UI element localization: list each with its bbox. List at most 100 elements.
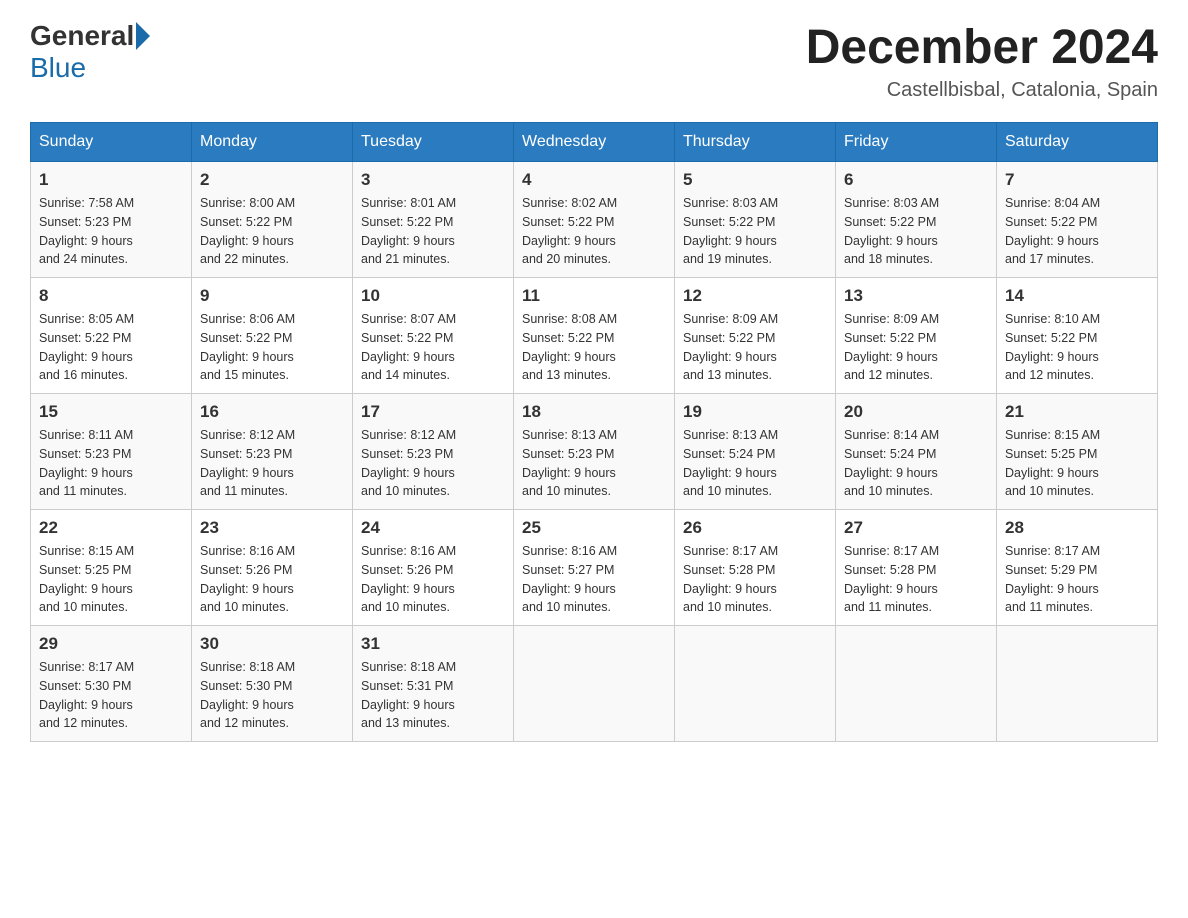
calendar-table: SundayMondayTuesdayWednesdayThursdayFrid… [30,122,1158,742]
day-number: 19 [683,402,827,422]
day-info: Sunrise: 8:14 AMSunset: 5:24 PMDaylight:… [844,426,988,501]
day-number: 2 [200,170,344,190]
calendar-cell: 6 Sunrise: 8:03 AMSunset: 5:22 PMDaylight… [836,162,997,278]
day-info: Sunrise: 8:18 AMSunset: 5:31 PMDaylight:… [361,658,505,733]
day-info: Sunrise: 8:03 AMSunset: 5:22 PMDaylight:… [844,194,988,269]
day-info: Sunrise: 8:18 AMSunset: 5:30 PMDaylight:… [200,658,344,733]
calendar-cell: 17 Sunrise: 8:12 AMSunset: 5:23 PMDayligh… [353,394,514,510]
calendar-cell: 15 Sunrise: 8:11 AMSunset: 5:23 PMDayligh… [31,394,192,510]
day-info: Sunrise: 8:07 AMSunset: 5:22 PMDaylight:… [361,310,505,385]
calendar-cell: 26 Sunrise: 8:17 AMSunset: 5:28 PMDayligh… [675,510,836,626]
day-number: 9 [200,286,344,306]
calendar-cell: 14 Sunrise: 8:10 AMSunset: 5:22 PMDayligh… [997,278,1158,394]
calendar-cell: 12 Sunrise: 8:09 AMSunset: 5:22 PMDayligh… [675,278,836,394]
location-subtitle: Castellbisbal, Catalonia, Spain [806,79,1158,102]
day-info: Sunrise: 8:02 AMSunset: 5:22 PMDaylight:… [522,194,666,269]
day-number: 22 [39,518,183,538]
day-info: Sunrise: 8:05 AMSunset: 5:22 PMDaylight:… [39,310,183,385]
day-number: 31 [361,634,505,654]
day-number: 24 [361,518,505,538]
day-number: 20 [844,402,988,422]
day-number: 13 [844,286,988,306]
logo-general-text: General [30,20,134,52]
day-number: 26 [683,518,827,538]
day-info: Sunrise: 8:15 AMSunset: 5:25 PMDaylight:… [39,542,183,617]
calendar-cell: 9Sunrise: 8:06 AMSunset: 5:22 PMDaylight… [192,278,353,394]
day-number: 14 [1005,286,1149,306]
day-info: Sunrise: 8:17 AMSunset: 5:28 PMDaylight:… [683,542,827,617]
day-info: Sunrise: 8:09 AMSunset: 5:22 PMDaylight:… [844,310,988,385]
day-info: Sunrise: 8:12 AMSunset: 5:23 PMDaylight:… [200,426,344,501]
day-number: 30 [200,634,344,654]
calendar-week-row: 1 Sunrise: 7:58 AMSunset: 5:23 PMDaylight… [31,162,1158,278]
weekday-header-saturday: Saturday [997,123,1158,162]
logo-blue-text: Blue [30,52,86,84]
calendar-cell: 20 Sunrise: 8:14 AMSunset: 5:24 PMDayligh… [836,394,997,510]
day-number: 10 [361,286,505,306]
day-number: 29 [39,634,183,654]
calendar-cell: 31 Sunrise: 8:18 AMSunset: 5:31 PMDayligh… [353,626,514,742]
day-number: 16 [200,402,344,422]
calendar-cell: 13 Sunrise: 8:09 AMSunset: 5:22 PMDayligh… [836,278,997,394]
calendar-cell: 3 Sunrise: 8:01 AMSunset: 5:22 PMDaylight… [353,162,514,278]
day-info: Sunrise: 8:16 AMSunset: 5:26 PMDaylight:… [200,542,344,617]
calendar-cell [836,626,997,742]
day-info: Sunrise: 8:08 AMSunset: 5:22 PMDaylight:… [522,310,666,385]
calendar-cell: 4 Sunrise: 8:02 AMSunset: 5:22 PMDaylight… [514,162,675,278]
weekday-header-monday: Monday [192,123,353,162]
day-number: 12 [683,286,827,306]
calendar-week-row: 29 Sunrise: 8:17 AMSunset: 5:30 PMDayligh… [31,626,1158,742]
calendar-cell: 7Sunrise: 8:04 AMSunset: 5:22 PMDaylight… [997,162,1158,278]
calendar-cell: 27Sunrise: 8:17 AMSunset: 5:28 PMDayligh… [836,510,997,626]
day-info: Sunrise: 8:12 AMSunset: 5:23 PMDaylight:… [361,426,505,501]
calendar-week-row: 15 Sunrise: 8:11 AMSunset: 5:23 PMDayligh… [31,394,1158,510]
day-info: Sunrise: 8:15 AMSunset: 5:25 PMDaylight:… [1005,426,1149,501]
day-number: 11 [522,286,666,306]
calendar-cell: 16 Sunrise: 8:12 AMSunset: 5:23 PMDayligh… [192,394,353,510]
weekday-header-tuesday: Tuesday [353,123,514,162]
calendar-cell: 1 Sunrise: 7:58 AMSunset: 5:23 PMDaylight… [31,162,192,278]
weekday-header-friday: Friday [836,123,997,162]
day-number: 15 [39,402,183,422]
day-info: Sunrise: 8:17 AMSunset: 5:30 PMDaylight:… [39,658,183,733]
calendar-cell: 21 Sunrise: 8:15 AMSunset: 5:25 PMDayligh… [997,394,1158,510]
day-number: 6 [844,170,988,190]
calendar-week-row: 22 Sunrise: 8:15 AMSunset: 5:25 PMDayligh… [31,510,1158,626]
calendar-cell: 25Sunrise: 8:16 AMSunset: 5:27 PMDayligh… [514,510,675,626]
calendar-cell [675,626,836,742]
day-number: 23 [200,518,344,538]
title-section: December 2024 Castellbisbal, Catalonia, … [806,20,1158,102]
calendar-cell: 18Sunrise: 8:13 AMSunset: 5:23 PMDayligh… [514,394,675,510]
day-info: Sunrise: 8:16 AMSunset: 5:26 PMDaylight:… [361,542,505,617]
calendar-cell [514,626,675,742]
day-number: 25 [522,518,666,538]
day-number: 4 [522,170,666,190]
day-number: 17 [361,402,505,422]
weekday-header-row: SundayMondayTuesdayWednesdayThursdayFrid… [31,123,1158,162]
calendar-cell: 24 Sunrise: 8:16 AMSunset: 5:26 PMDayligh… [353,510,514,626]
calendar-cell [997,626,1158,742]
page-header: General Blue December 2024 Castellbisbal… [30,20,1158,102]
day-info: Sunrise: 8:09 AMSunset: 5:22 PMDaylight:… [683,310,827,385]
day-number: 5 [683,170,827,190]
day-number: 21 [1005,402,1149,422]
day-info: Sunrise: 8:01 AMSunset: 5:22 PMDaylight:… [361,194,505,269]
calendar-cell: 30 Sunrise: 8:18 AMSunset: 5:30 PMDayligh… [192,626,353,742]
weekday-header-thursday: Thursday [675,123,836,162]
day-number: 18 [522,402,666,422]
day-number: 8 [39,286,183,306]
day-info: Sunrise: 8:04 AMSunset: 5:22 PMDaylight:… [1005,194,1149,269]
day-info: Sunrise: 8:17 AMSunset: 5:29 PMDaylight:… [1005,542,1149,617]
day-number: 1 [39,170,183,190]
calendar-cell: 23 Sunrise: 8:16 AMSunset: 5:26 PMDayligh… [192,510,353,626]
calendar-cell: 29 Sunrise: 8:17 AMSunset: 5:30 PMDayligh… [31,626,192,742]
day-info: Sunrise: 8:11 AMSunset: 5:23 PMDaylight:… [39,426,183,501]
calendar-cell: 2Sunrise: 8:00 AMSunset: 5:22 PMDaylight… [192,162,353,278]
calendar-cell: 19Sunrise: 8:13 AMSunset: 5:24 PMDayligh… [675,394,836,510]
calendar-cell: 28Sunrise: 8:17 AMSunset: 5:29 PMDayligh… [997,510,1158,626]
day-info: Sunrise: 8:10 AMSunset: 5:22 PMDaylight:… [1005,310,1149,385]
calendar-cell: 22 Sunrise: 8:15 AMSunset: 5:25 PMDayligh… [31,510,192,626]
day-number: 3 [361,170,505,190]
day-info: Sunrise: 7:58 AMSunset: 5:23 PMDaylight:… [39,194,183,269]
logo: General Blue [30,20,152,84]
